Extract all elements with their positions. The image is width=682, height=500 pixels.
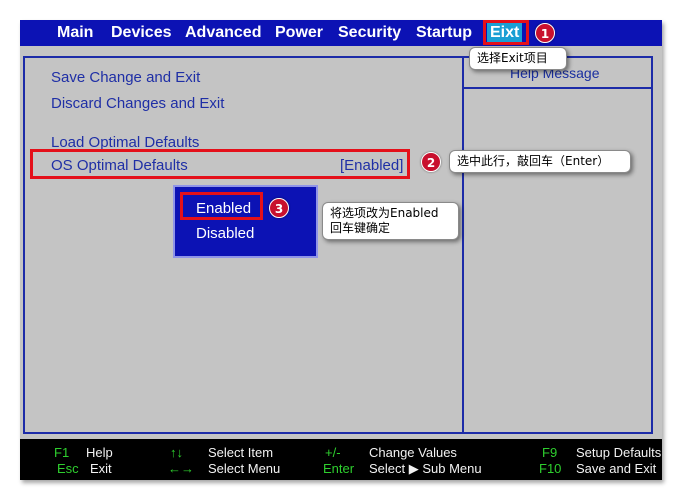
enabled-option-highlight [180,192,263,220]
tab-advanced[interactable]: Advanced [182,22,264,44]
tab-main[interactable]: Main [54,22,96,44]
key-f9: F9 [542,445,558,460]
options-panel [23,56,653,434]
callout-step-2: 选中此行，敲回车（Enter） [449,150,631,173]
key-enter: Enter [323,461,355,476]
os-optimal-defaults-highlight [30,149,410,179]
popup-option-disabled[interactable]: Disabled [196,225,254,242]
key-esc-desc: Exit [90,461,112,476]
callout-step-1-text: 选择Exit项目 [477,51,548,65]
option-save-change-and-exit[interactable]: Save Change and Exit [51,69,200,86]
key-f9-desc: Setup Defaults [576,445,662,460]
help-divider [464,87,653,89]
key-esc: Esc [57,461,79,476]
tab-startup[interactable]: Startup [413,22,475,44]
callout-step-2-text: 选中此行，敲回车（Enter） [457,154,610,168]
key-help-footer: F1 Help Esc Exit ↑↓ Select Item ←→ Selec… [20,439,662,480]
tab-security[interactable]: Security [335,22,404,44]
exit-tab-highlight [483,20,529,45]
callout-step-3: 将选项改为Enabled 回车键确定 [322,202,459,240]
step-badge-2: 2 [421,152,441,172]
key-left-right-desc: Select Menu [208,461,281,476]
key-plus-minus-desc: Change Values [369,445,457,460]
menu-bar: Main Devices Advanced Power Security Sta… [20,20,662,46]
step-badge-3: 3 [269,198,289,218]
bios-window: Main Devices Advanced Power Security Sta… [20,20,662,480]
option-discard-changes-and-exit[interactable]: Discard Changes and Exit [51,95,224,112]
key-enter-desc: Select ▶ Sub Menu [369,461,482,476]
step-badge-1: 1 [535,23,555,43]
callout-step-1: 选择Exit项目 [469,47,567,70]
key-left-right: ←→ [168,461,194,476]
key-up-down: ↑↓ [170,445,183,460]
callout-step-3-line-2: 回车键确定 [330,221,391,235]
key-up-down-desc: Select Item [208,445,274,460]
tab-devices[interactable]: Devices [108,22,175,44]
key-f10: F10 [539,461,562,476]
key-f1-desc: Help [86,445,113,460]
key-f10-desc: Save and Exit [576,461,657,476]
tab-power[interactable]: Power [272,22,326,44]
callout-step-3-line-1: 将选项改为Enabled [330,206,439,220]
key-plus-minus: +/- [325,445,341,460]
panel-divider [462,58,464,434]
key-f1: F1 [54,445,70,460]
